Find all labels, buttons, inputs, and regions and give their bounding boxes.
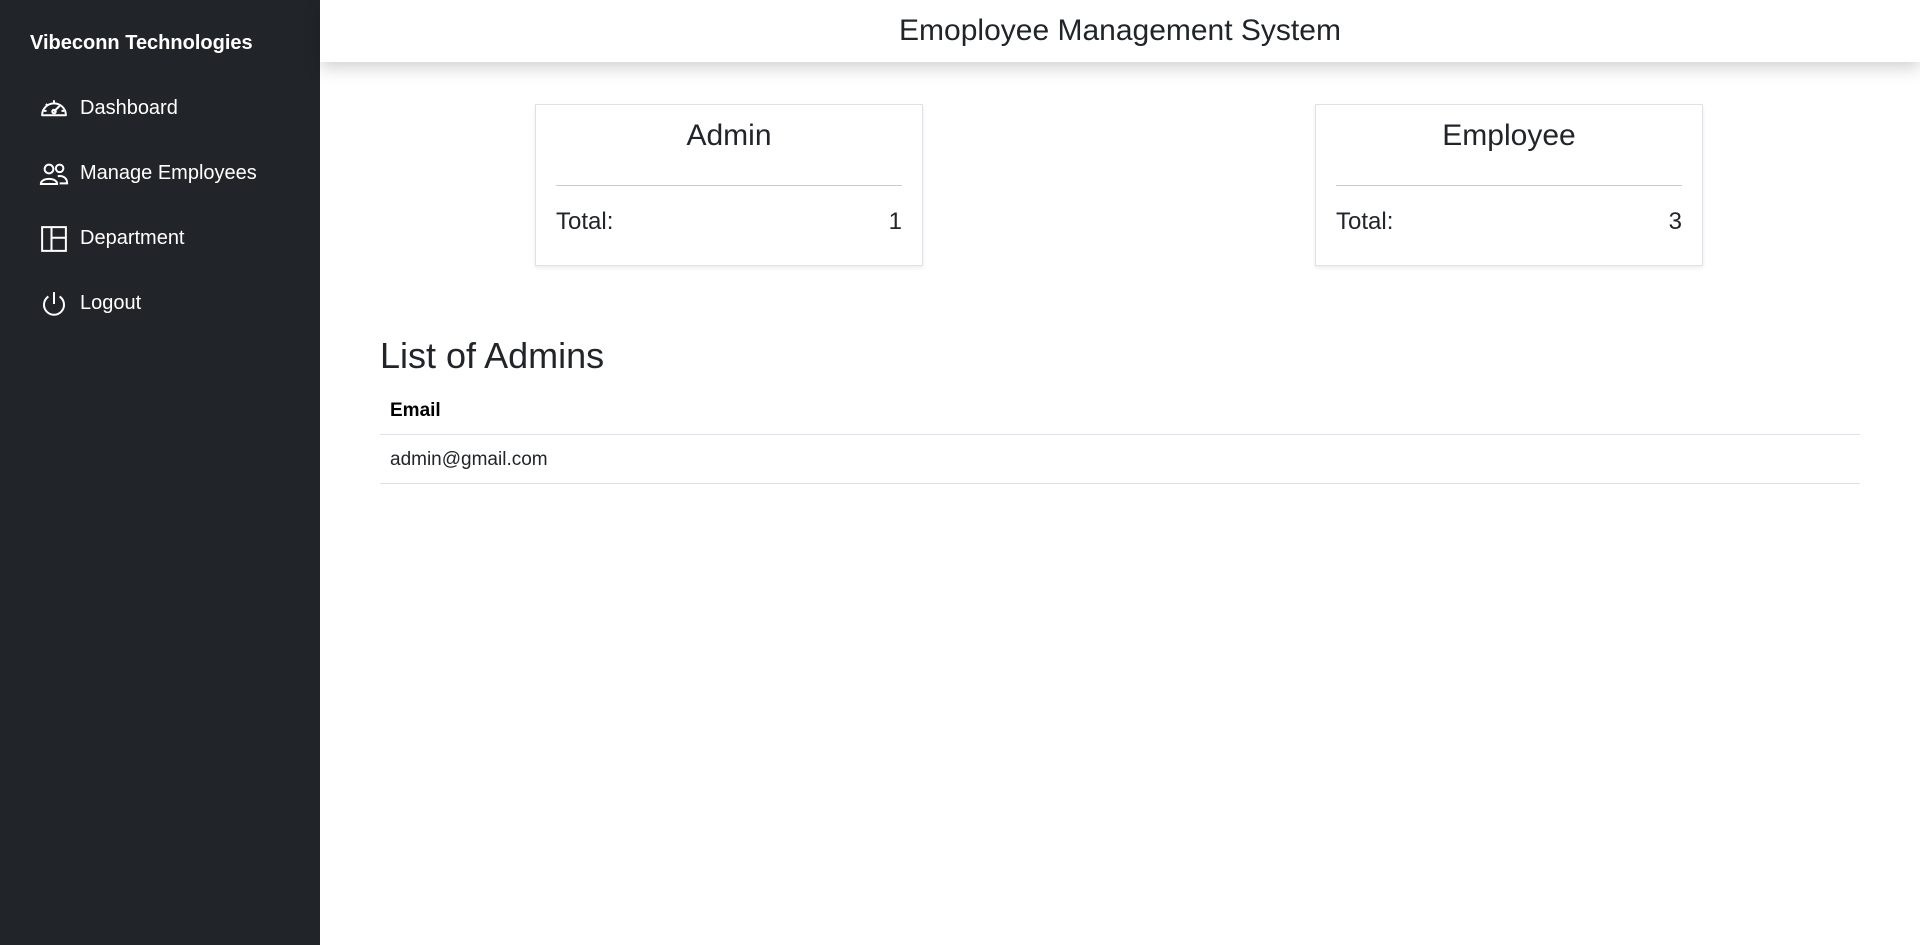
layout-icon <box>39 224 69 254</box>
sidebar-item-label: Logout <box>80 292 142 314</box>
sidebar-item-label: Department <box>80 227 185 249</box>
sidebar-item-label: Dashboard <box>80 97 178 119</box>
card-total-row: Total: 1 <box>536 186 922 236</box>
table-header-row: Email <box>380 389 1860 435</box>
admins-section: List of Admins Email admin@gmail.com <box>380 335 1860 484</box>
total-value: 3 <box>1668 208 1682 235</box>
card-total-row: Total: 3 <box>1316 186 1702 236</box>
page-header: Emoployee Management System <box>320 0 1920 62</box>
sidebar-item-label: Manage Employees <box>80 162 257 184</box>
sidebar: Vibeconn Technologies Dashboard Manage E… <box>0 0 320 945</box>
sidebar-item-department[interactable]: Department <box>0 206 320 271</box>
admins-table: Email admin@gmail.com <box>380 389 1860 484</box>
speedometer-icon <box>39 94 69 124</box>
sidebar-item-dashboard[interactable]: Dashboard <box>0 76 320 141</box>
brand-name[interactable]: Vibeconn Technologies <box>0 0 320 56</box>
power-icon <box>39 289 69 319</box>
app-root: Vibeconn Technologies Dashboard Manage E… <box>0 0 1920 945</box>
page-title: Emoployee Management System <box>899 14 1341 47</box>
total-value: 1 <box>888 208 902 235</box>
sidebar-item-manage-employees[interactable]: Manage Employees <box>0 141 320 206</box>
table-row: admin@gmail.com <box>380 434 1860 484</box>
people-icon <box>39 159 69 189</box>
admins-title: List of Admins <box>380 335 605 376</box>
total-label: Total: <box>1336 208 1394 235</box>
admin-email-cell: admin@gmail.com <box>380 434 1860 484</box>
card-title: Employee <box>1442 119 1576 152</box>
admin-summary-card: Admin Total: 1 <box>535 104 923 266</box>
total-label: Total: <box>556 208 614 235</box>
employee-summary-card: Employee Total: 3 <box>1315 104 1703 266</box>
card-title: Admin <box>686 119 772 152</box>
main-content: Emoployee Management System Admin Total:… <box>320 0 1920 945</box>
sidebar-nav: Dashboard Manage Employees Department Lo… <box>0 76 320 336</box>
summary-cards: Admin Total: 1 Employee Total: 3 <box>320 62 1920 272</box>
sidebar-item-logout[interactable]: Logout <box>0 271 320 336</box>
column-header-email: Email <box>380 389 1860 435</box>
